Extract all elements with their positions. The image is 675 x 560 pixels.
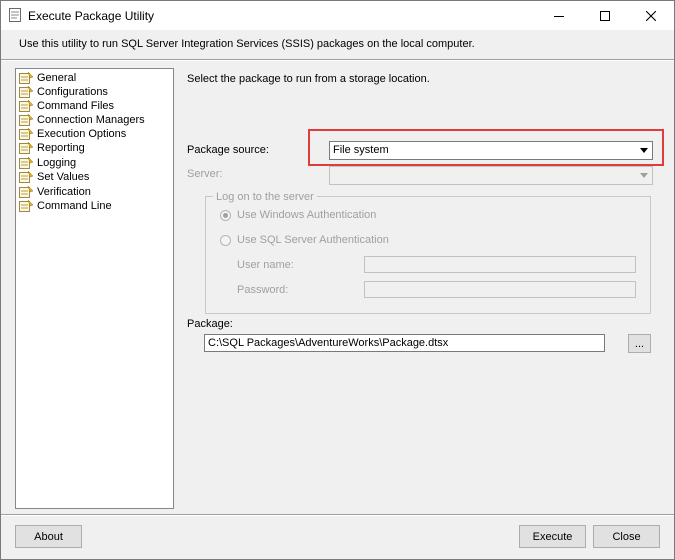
password-field[interactable] [364,281,636,298]
page-icon [18,141,34,155]
minimize-icon [554,15,564,17]
nav-item-label: Logging [37,157,77,169]
minimize-button[interactable] [536,1,582,30]
nav-item-set-values[interactable]: Set Values [18,170,89,184]
close-window-button[interactable] [628,1,674,30]
nav-item-logging[interactable]: Logging [18,156,76,170]
window-title: Execute Package Utility [28,9,155,23]
page-icon [18,85,34,99]
close-icon [646,10,656,21]
username-label: User name: [237,259,294,271]
nav-item-general[interactable]: General [18,71,76,85]
nav-item-label: Reporting [37,142,85,154]
sql-auth-label: Use SQL Server Authentication [237,234,389,246]
page-icon [18,185,34,199]
nav-item-label: Execution Options [37,128,127,140]
page-navigation-list: General Configurations Command Files Con… [15,68,174,509]
nav-item-label: General [37,72,77,84]
nav-item-connection-managers[interactable]: Connection Managers [18,113,145,127]
sql-auth-radio[interactable] [220,235,231,246]
username-field[interactable] [364,256,636,273]
nav-item-label: Command Line [37,200,112,212]
nav-item-label: Set Values [37,171,90,183]
package-label: Package: [187,318,233,330]
instruction-text: Select the package to run from a storage… [187,73,430,85]
windows-auth-label: Use Windows Authentication [237,209,377,221]
windows-auth-radio[interactable] [220,210,231,221]
page-icon [18,113,34,127]
execute-button[interactable]: Execute [519,525,586,548]
nav-item-label: Command Files [37,100,115,112]
close-button[interactable]: Close [593,525,660,548]
page-icon [18,71,34,85]
utility-description: Use this utility to run SQL Server Integ… [19,38,475,50]
maximize-icon [600,10,610,21]
nav-item-command-line[interactable]: Command Line [18,199,112,213]
package-utility-icon [9,8,21,22]
nav-item-configurations[interactable]: Configurations [18,85,108,99]
nav-item-label: Verification [37,186,91,198]
chevron-down-icon[interactable] [637,168,651,182]
maximize-button[interactable] [582,1,628,30]
nav-item-execution-options[interactable]: Execution Options [18,127,126,141]
nav-item-verification[interactable]: Verification [18,185,91,199]
logon-group-title: Log on to the server [213,191,317,203]
package-path-field[interactable]: C:\SQL Packages\AdventureWorks\Package.d… [204,334,605,352]
page-icon [18,199,34,213]
server-dropdown[interactable] [329,166,653,185]
package-source-label: Package source: [187,144,269,156]
highlight-box [308,129,664,166]
nav-item-label: Configurations [37,86,108,98]
page-icon [18,127,34,141]
page-icon [18,99,34,113]
about-button[interactable]: About [15,525,82,548]
server-label: Server: [187,168,223,180]
nav-item-command-files[interactable]: Command Files [18,99,114,113]
browse-button[interactable]: ... [628,334,651,353]
header-divider [1,59,674,61]
nav-item-label: Connection Managers [37,114,145,126]
title-bar[interactable]: Execute Package Utility [1,1,674,30]
package-path-value: C:\SQL Packages\AdventureWorks\Package.d… [208,337,449,349]
footer-divider [1,514,674,516]
page-icon [18,170,34,184]
nav-item-reporting[interactable]: Reporting [18,141,85,155]
password-label: Password: [237,284,289,296]
execute-package-utility-window: Execute Package Utility Use this utility… [0,0,675,560]
page-icon [18,156,34,170]
